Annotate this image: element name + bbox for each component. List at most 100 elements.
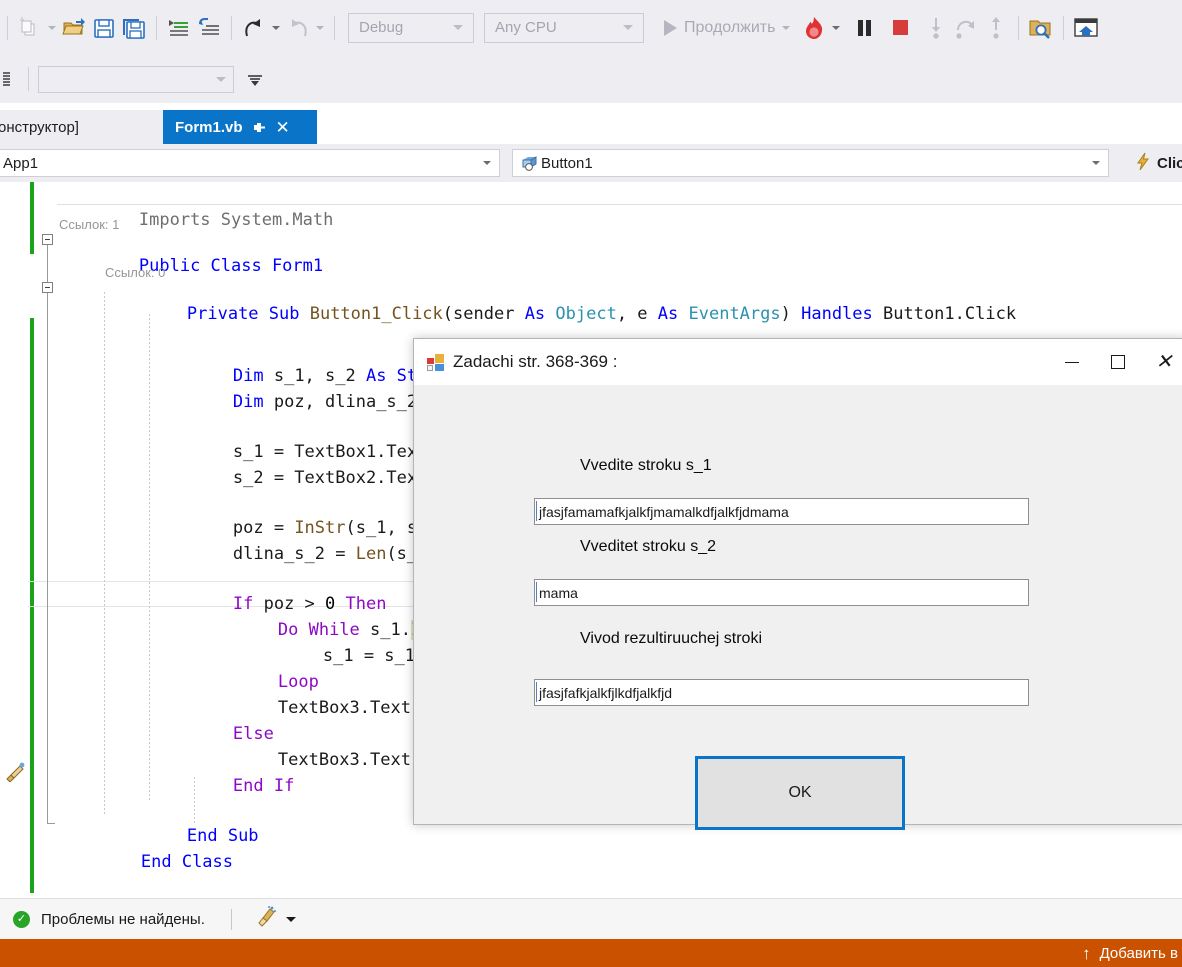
find-in-files-icon[interactable] [1026, 13, 1056, 43]
outlining-line [47, 823, 55, 824]
zadachi-dialog[interactable]: Zadachi str. 368-369 : ✕ Vvedite stroku … [413, 338, 1182, 830]
stop-icon [892, 20, 908, 35]
document-tab-strip: онструктор] Form1.vb ✕ [0, 110, 1182, 144]
label-s2: Vveditet stroku s_2 [580, 538, 717, 555]
minimize-icon [1065, 361, 1079, 363]
ok-button[interactable]: OK [695, 756, 905, 830]
source-control-label: Добавить в [1099, 944, 1178, 962]
continue-dropdown-icon[interactable] [779, 14, 793, 42]
vs-main-window: Debug Any CPU Продолжить онструктор] For… [0, 0, 1182, 967]
lightning-icon [1135, 152, 1152, 175]
arrow-up-icon: ↑ [1082, 943, 1091, 963]
breakpoint-filter-combobox[interactable] [38, 65, 234, 93]
tab-designer-label: онструктор] [0, 118, 79, 136]
hot-reload-icon[interactable] [799, 13, 829, 43]
main-toolbar: Debug Any CPU Продолжить [0, 0, 1182, 55]
hot-reload-dropdown-icon[interactable] [829, 14, 843, 42]
line-end-class: End Class [140, 851, 234, 872]
member-value: Button1 [541, 154, 593, 172]
undo-dropdown-icon[interactable] [269, 14, 283, 42]
new-project-dropdown-icon[interactable] [45, 14, 59, 42]
class-value: App1 [3, 154, 39, 172]
code-cleanup-dropdown-icon[interactable] [285, 917, 296, 922]
close-icon: ✕ [1155, 351, 1173, 373]
filter-icon[interactable] [240, 64, 270, 94]
step-out-button[interactable] [981, 13, 1011, 43]
step-over-button[interactable] [951, 13, 981, 43]
collapse-class-icon[interactable] [42, 234, 53, 245]
toolbar-divider [7, 15, 8, 40]
outlining-margin [41, 182, 57, 893]
chevron-down-icon [623, 25, 633, 30]
collapse-sub-icon[interactable] [42, 282, 53, 293]
close-button[interactable]: ✕ [1141, 339, 1182, 385]
code-cleanup-icon[interactable] [256, 906, 278, 933]
success-icon: ✓ [13, 911, 30, 928]
member-combobox[interactable]: Button1 [512, 149, 1109, 177]
comment-selection-icon[interactable] [164, 13, 194, 43]
textbox-result[interactable]: jfasjfafkjalkfjlkdfjalkfjd [534, 679, 1029, 706]
start-page-icon[interactable] [1071, 13, 1101, 43]
tab-designer[interactable]: онструктор] [0, 110, 163, 144]
quick-actions-icon[interactable] [4, 760, 26, 783]
outlining-line [47, 245, 48, 823]
toolbar-divider [156, 15, 157, 40]
toolbar-divider [1018, 15, 1020, 40]
continue-label: Продолжить [684, 18, 776, 36]
winforms-app-icon [427, 353, 444, 371]
error-summary-text: Проблемы не найдены. [41, 911, 205, 928]
minimize-button[interactable] [1049, 339, 1095, 385]
platform-combobox[interactable]: Any CPU [484, 12, 644, 43]
pause-icon [857, 19, 871, 36]
open-file-icon[interactable] [59, 13, 89, 43]
redo-icon[interactable] [283, 13, 313, 43]
line-imports: Imports System.Math [138, 209, 334, 230]
toolbar-divider [334, 15, 335, 40]
code-navigation-bar: App1 Button1 Click [0, 144, 1182, 182]
tab-form1-vb[interactable]: Form1.vb ✕ [163, 110, 317, 144]
line-public-class: Public Class Form1 [138, 255, 324, 276]
event-value: Click [1157, 154, 1182, 172]
change-bar [30, 182, 34, 254]
chevron-down-icon [453, 25, 463, 30]
toolbar-options-icon[interactable] [0, 64, 24, 94]
continue-button[interactable]: Продолжить [656, 13, 779, 43]
stop-debugging-button[interactable] [885, 13, 915, 43]
toolbar-divider [1063, 15, 1065, 40]
dialog-title: Zadachi str. 368-369 : [453, 352, 618, 371]
close-icon[interactable]: ✕ [276, 119, 290, 136]
platform-value: Any CPU [495, 19, 557, 36]
code-line-endclass: End Class [59, 824, 233, 893]
dialog-title-bar[interactable]: Zadachi str. 368-369 : ✕ [414, 339, 1182, 386]
source-control-button[interactable]: ↑ Добавить в [1082, 945, 1178, 962]
dialog-body: Vvedite stroku s_1 jfasjfamamafkjalkfjma… [414, 385, 1182, 830]
label-result: Vivod rezultiruuchej stroki [580, 630, 763, 647]
class-combobox[interactable]: App1 [0, 149, 500, 177]
uncomment-selection-icon[interactable] [194, 13, 224, 43]
button-object-icon [521, 155, 538, 172]
save-icon[interactable] [89, 13, 119, 43]
new-project-icon[interactable] [15, 13, 45, 43]
error-list-bar: ✓ Проблемы не найдены. [0, 898, 1182, 941]
play-icon [664, 19, 677, 36]
maximize-icon [1111, 355, 1125, 369]
pin-icon[interactable] [253, 121, 266, 134]
textbox-s2[interactable]: mama [534, 579, 1029, 606]
indicator-margin [0, 182, 28, 893]
indent-guide [149, 314, 150, 800]
event-combobox[interactable]: Click [1135, 149, 1182, 177]
chevron-down-icon [216, 76, 226, 82]
divider [230, 909, 232, 930]
toolbar-divider [28, 67, 29, 91]
break-all-button[interactable] [849, 13, 879, 43]
textbox-s1[interactable]: jfasjfamamafkjalkfjmamalkdfjalkfjdmama [534, 498, 1029, 525]
label-s1: Vvedite stroku s_1 [580, 457, 712, 474]
code-text: Imports System.Math Ссылок: 1 Public Cla… [57, 182, 1016, 872]
redo-dropdown-icon[interactable] [313, 14, 327, 42]
undo-icon[interactable] [239, 13, 269, 43]
step-into-button[interactable] [921, 13, 951, 43]
maximize-button[interactable] [1095, 339, 1141, 385]
save-all-icon[interactable] [119, 13, 149, 43]
secondary-toolbar [0, 55, 1182, 103]
configuration-combobox[interactable]: Debug [348, 12, 474, 43]
